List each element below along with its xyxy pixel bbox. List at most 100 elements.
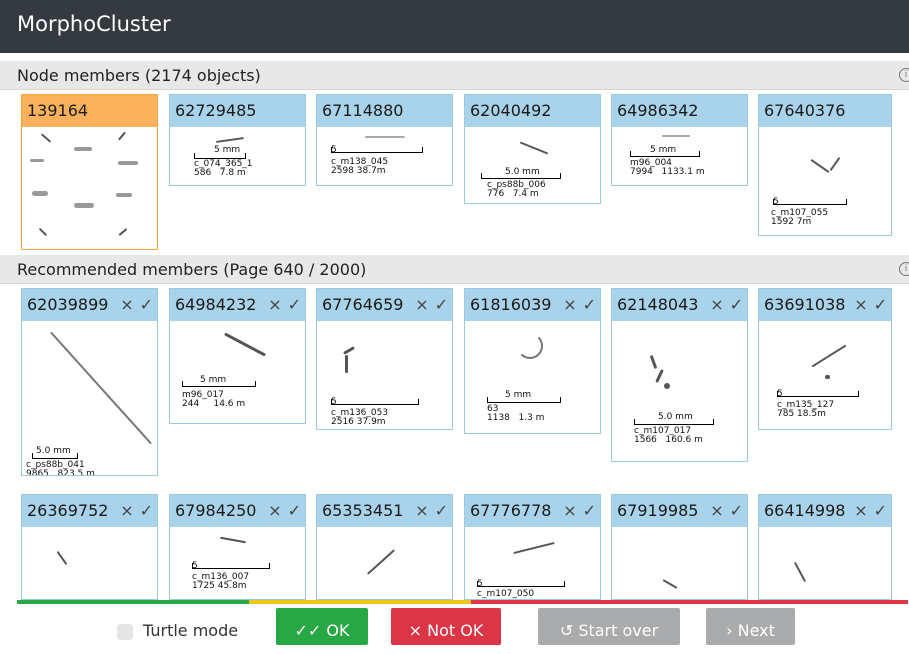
- scale-label: 5: [331, 397, 337, 407]
- object-image: 5.0 mm c_ps88b_006 776 7.4 m: [465, 127, 600, 203]
- card-id: 64986342: [612, 95, 747, 127]
- object-image: 5 c_m138_045 2598 38.7m: [317, 127, 452, 185]
- scale-label: 5: [192, 561, 198, 571]
- object-image: [759, 527, 891, 599]
- info-icon[interactable]: i: [899, 262, 909, 276]
- turtle-mode-label: Turtle mode: [143, 621, 239, 640]
- object-image: 5 c_m135_127 785 18.5m: [759, 321, 891, 429]
- reject-button[interactable]: ×: [415, 295, 428, 314]
- reject-button[interactable]: ×: [854, 295, 867, 314]
- scale-label: 5 mm: [214, 145, 241, 155]
- node-member-card[interactable]: 67640376 5 c_m107_055 1592 7m: [758, 94, 892, 236]
- scale-label: 5.0 mm: [36, 446, 71, 456]
- object-image: 5 mm m96_017 244 14.6 m: [170, 321, 305, 423]
- object-image: 5 c_m107_055 1592 7m: [759, 127, 891, 235]
- app-title: MorphoCluster: [17, 12, 171, 36]
- card-id: 67640376: [759, 95, 891, 127]
- object-image: 5 c_m107_050: [465, 527, 600, 599]
- reject-button[interactable]: ×: [854, 501, 867, 520]
- accept-button[interactable]: ✓: [288, 501, 301, 520]
- node-member-card[interactable]: 62729485 5 mm c_074_365_1 586 7.8 m: [169, 94, 306, 186]
- object-meta: 63 1138 1.3 m: [487, 404, 545, 423]
- recommended-header: Recommended members (Page 640 / 2000) i: [0, 255, 909, 284]
- accept-button[interactable]: ✓: [288, 295, 301, 314]
- object-image: 5.0 mm c_m107_017 1566 160.6 m: [612, 321, 747, 461]
- recommended-card[interactable]: 67984250 × ✓ 5 c_m136_007 1725 45.8m: [169, 494, 306, 600]
- recommended-card[interactable]: 62039899 × ✓ 5.0 mm c_ps88b_041 9865 823.…: [21, 288, 158, 476]
- scale-label: 5 mm: [650, 145, 677, 155]
- reject-button[interactable]: ×: [710, 501, 723, 520]
- recommended-card[interactable]: 66414998 × ✓: [758, 494, 892, 600]
- start-over-button[interactable]: ↺ Start over: [538, 608, 680, 645]
- info-icon[interactable]: i: [899, 68, 909, 82]
- node-members-header: Node members (2174 objects) i: [0, 61, 909, 90]
- object-meta: m96_017 244 14.6 m: [182, 390, 246, 409]
- accept-button[interactable]: ✓: [583, 501, 596, 520]
- object-image-collage: [22, 127, 157, 249]
- ok-button[interactable]: ✓✓ OK: [276, 608, 368, 645]
- accept-button[interactable]: ✓: [730, 501, 743, 520]
- recommended-card[interactable]: 67919985 × ✓: [611, 494, 748, 600]
- object-meta: c_m107_017 1566 160.6 m: [634, 426, 703, 445]
- footer-toolbar: Turtle mode ✓✓ OK × Not OK ↺ Start over …: [0, 604, 909, 645]
- object-meta: c_074_365_1 586 7.8 m: [194, 159, 253, 178]
- not-ok-button[interactable]: × Not OK: [391, 608, 501, 645]
- next-button[interactable]: › Next: [706, 608, 795, 645]
- object-meta: c_ps88b_041 9865 823.5 m: [26, 460, 95, 476]
- reject-button[interactable]: ×: [268, 501, 281, 520]
- scale-label: 5: [477, 579, 483, 589]
- object-image: 5 c_m136_053 2516 37.9m: [317, 321, 452, 429]
- accept-button[interactable]: ✓: [140, 501, 153, 520]
- card-id: 67919985: [617, 501, 699, 520]
- card-id: 67984250: [175, 501, 257, 520]
- reject-button[interactable]: ×: [268, 295, 281, 314]
- object-meta: c_m107_050: [477, 589, 535, 599]
- recommended-card[interactable]: 65353451 × ✓: [316, 494, 453, 600]
- recommended-card[interactable]: 63691038 × ✓ 5 c_m135_127 785 18.5m: [758, 288, 892, 430]
- accept-button[interactable]: ✓: [874, 501, 887, 520]
- recommended-card[interactable]: 64984232 × ✓ 5 mm m96_017 244 14.6 m: [169, 288, 306, 424]
- card-id: 139164: [22, 95, 157, 127]
- card-id: 62148043: [617, 295, 699, 314]
- object-image: 5 c_m136_007 1725 45.8m: [170, 527, 305, 599]
- turtle-mode-checkbox[interactable]: [117, 624, 133, 640]
- node-members-title: Node members (2174 objects): [17, 66, 261, 85]
- reject-button[interactable]: ×: [563, 295, 576, 314]
- object-meta: c_m136_007 1725 45.8m: [192, 572, 250, 591]
- card-id: 65353451: [322, 501, 404, 520]
- node-member-card[interactable]: 67114880 5 c_m138_045 2598 38.7m: [316, 94, 453, 186]
- recommended-card[interactable]: 61816039 × ✓ 5 mm 63 1138 1.3 m: [464, 288, 601, 434]
- accept-button[interactable]: ✓: [730, 295, 743, 314]
- reject-button[interactable]: ×: [710, 295, 723, 314]
- scale-label: 5: [777, 389, 783, 399]
- scale-label: 5: [773, 197, 779, 207]
- recommended-card[interactable]: 67764659 × ✓ 5 c_m136_053 2516 37.9m: [316, 288, 453, 430]
- scale-label: 5.0 mm: [658, 412, 693, 422]
- reject-button[interactable]: ×: [563, 501, 576, 520]
- node-member-card[interactable]: 139164: [21, 94, 158, 250]
- node-member-card[interactable]: 64986342 5 mm m96_004 7994 1133.1 m: [611, 94, 748, 186]
- object-image: [317, 527, 452, 599]
- recommended-card[interactable]: 26369752 × ✓: [21, 494, 158, 600]
- accept-button[interactable]: ✓: [140, 295, 153, 314]
- recommended-card[interactable]: 67776778 × ✓ 5 c_m107_050: [464, 494, 601, 600]
- recommended-card[interactable]: 62148043 × ✓ 5.0 mm c_m107_017 1566 160.6…: [611, 288, 748, 462]
- reject-button[interactable]: ×: [120, 501, 133, 520]
- accept-button[interactable]: ✓: [874, 295, 887, 314]
- object-meta: c_m135_127 785 18.5m: [777, 400, 835, 419]
- card-id: 62039899: [27, 295, 109, 314]
- card-id: 62729485: [170, 95, 305, 127]
- card-id: 66414998: [764, 501, 846, 520]
- card-id: 26369752: [27, 501, 109, 520]
- accept-button[interactable]: ✓: [435, 501, 448, 520]
- reject-button[interactable]: ×: [415, 501, 428, 520]
- accept-button[interactable]: ✓: [583, 295, 596, 314]
- object-image: 5 mm c_074_365_1 586 7.8 m: [170, 127, 305, 185]
- node-member-card[interactable]: 62040492 5.0 mm c_ps88b_006 776 7.4 m: [464, 94, 601, 204]
- navbar: MorphoCluster: [0, 0, 909, 53]
- scale-label: 5 mm: [505, 390, 532, 400]
- reject-button[interactable]: ×: [120, 295, 133, 314]
- accept-button[interactable]: ✓: [435, 295, 448, 314]
- scale-label: 5: [331, 145, 337, 155]
- card-id: 67764659: [322, 295, 404, 314]
